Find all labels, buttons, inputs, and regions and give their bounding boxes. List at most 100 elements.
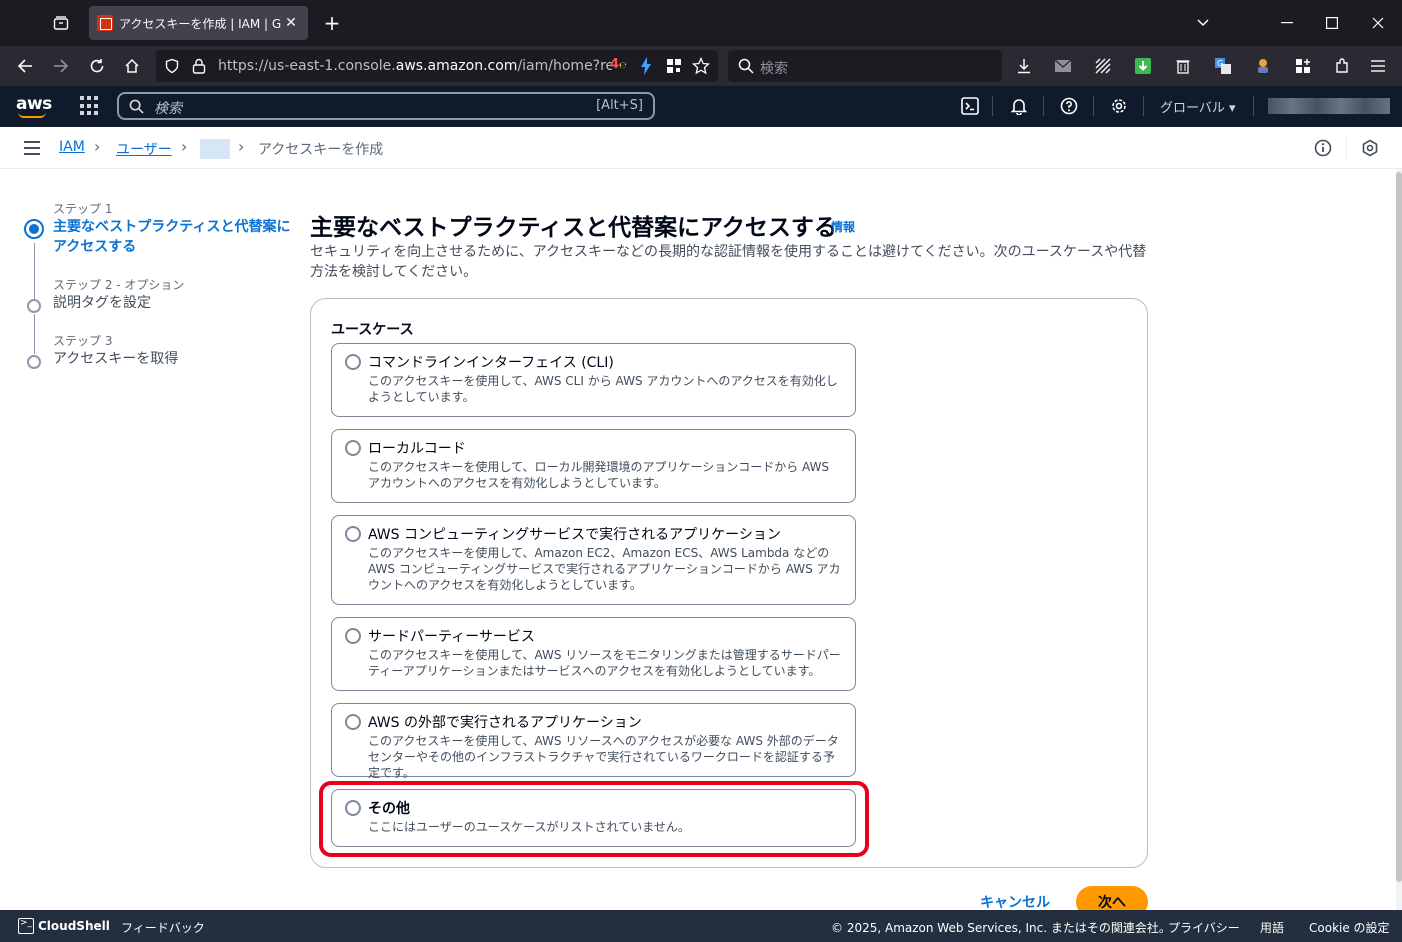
nav-divider [1043, 96, 1044, 116]
aws-logo[interactable]: aws [16, 94, 52, 114]
breadcrumb-current: アクセスキーを作成 [258, 142, 384, 158]
breadcrumb-iam[interactable]: IAM [59, 139, 85, 155]
page-title: 主要なベストプラクティスと代替案にアクセスする [310, 215, 837, 241]
cloudshell-icon[interactable] [18, 918, 34, 934]
breadcrumb-users[interactable]: ユーザー [116, 139, 172, 159]
footer-cloudshell[interactable]: CloudShell [38, 919, 110, 933]
next-button[interactable]: 次へ [1076, 886, 1148, 910]
new-tab-icon[interactable]: + [318, 8, 346, 38]
step-connector [34, 314, 35, 354]
browser-search-bar[interactable]: 検索 [728, 50, 1002, 82]
info-link[interactable]: 情報 [831, 218, 855, 235]
search-icon [738, 58, 754, 78]
aws-smile-icon [18, 112, 46, 118]
window-close-icon[interactable] [1358, 8, 1398, 38]
footer-copyright: © 2025, Amazon Web Services, Inc. またはその関… [831, 921, 1171, 935]
radio-button[interactable] [345, 354, 361, 370]
nav-divider [1093, 96, 1094, 116]
mail-icon[interactable] [1051, 54, 1075, 78]
shield-icon[interactable] [164, 58, 180, 78]
tab-title: アクセスキーを作成 | IAM | Global [119, 16, 282, 31]
back-icon[interactable] [10, 52, 40, 80]
forward-icon[interactable] [46, 52, 76, 80]
step-title: アクセスキーを取得 [53, 351, 179, 367]
help-icon[interactable] [1058, 95, 1080, 117]
reload-icon[interactable] [82, 52, 112, 80]
home-icon[interactable] [117, 52, 147, 80]
aws-search-shortcut: [Alt+S] [596, 98, 643, 113]
usecase-option-aws-compute[interactable]: AWS コンピューティングサービスで実行されるアプリケーション このアクセスキー… [331, 515, 856, 605]
side-nav-hamburger-icon[interactable] [24, 141, 40, 155]
tab-close-icon[interactable]: ✕ [282, 15, 300, 31]
option-description: このアクセスキーを使用して、Amazon EC2、Amazon ECS、AWS … [368, 546, 841, 592]
settings-gear-icon[interactable] [1108, 95, 1130, 117]
cancel-button[interactable]: キャンセル [980, 892, 1050, 910]
url-bar[interactable]: https://us-east-1.console.aws.amazon.com… [156, 50, 718, 82]
step-number: ステップ 3 [53, 334, 113, 348]
step-dot-icon [27, 355, 41, 369]
usecase-label: ユースケース [331, 322, 414, 338]
option-title: AWS コンピューティングサービスで実行されるアプリケーション [368, 527, 781, 543]
notifications-bell-icon[interactable] [1008, 95, 1030, 117]
breadcrumb-chevron-icon: › [181, 137, 188, 156]
option-description: このアクセスキーを使用して、ローカル開発環境のアプリケーションコードから AWS… [368, 460, 830, 490]
radio-button[interactable] [345, 526, 361, 542]
footer-cookie-settings[interactable]: Cookie の設定 [1309, 919, 1390, 936]
minimize-icon[interactable] [1267, 8, 1307, 38]
menu-icon[interactable] [1366, 54, 1390, 78]
maximize-icon[interactable] [1312, 8, 1352, 38]
step-active-dot-icon [24, 219, 44, 239]
pattern-extension-icon[interactable] [1091, 54, 1115, 78]
cloudshell-icon[interactable] [959, 95, 981, 117]
browser-tab-active[interactable]: アクセスキーを作成 | IAM | Global ✕ [89, 6, 308, 40]
option-description: このアクセスキーを使用して、AWS CLI から AWS アカウントへのアクセス… [368, 374, 838, 404]
usecase-option-cli[interactable]: コマンドラインインターフェイス (CLI) このアクセスキーを使用して、AWS … [331, 343, 856, 417]
account-menu-redacted[interactable] [1268, 98, 1390, 114]
radio-button[interactable] [345, 440, 361, 456]
region-selector[interactable]: グローバル ▾ [1160, 97, 1236, 116]
option-title: ローカルコード [368, 441, 466, 457]
qr-icon[interactable] [666, 58, 682, 78]
info-panel-icon[interactable] [1312, 137, 1334, 159]
red-highlight-annotation [319, 781, 869, 857]
green-download-extension-icon[interactable] [1131, 54, 1155, 78]
scrollbar-thumb[interactable] [1396, 172, 1402, 882]
svg-text:G: G [1217, 59, 1223, 68]
main-content: ステップ 1 主要なベストプラクティスと代替案にアクセスする ステップ 2 - … [0, 170, 1396, 910]
nav-divider [1253, 96, 1254, 116]
translate-extension-icon[interactable]: G [1211, 54, 1235, 78]
step-number: ステップ 1 [53, 202, 113, 216]
assistant-hexagon-icon[interactable] [1359, 137, 1381, 159]
download-icon[interactable] [1012, 54, 1036, 78]
step-number: ステップ 2 - オプション [53, 278, 185, 292]
tab-list-icon[interactable] [44, 8, 78, 38]
usecase-option-local-code[interactable]: ローカルコード このアクセスキーを使用して、ローカル開発環境のアプリケーションコ… [331, 429, 856, 503]
footer-terms[interactable]: 用語 [1260, 919, 1284, 936]
footer-privacy[interactable]: プライバシー [1168, 919, 1240, 936]
bolt-icon[interactable] [640, 57, 652, 79]
services-grid-icon[interactable] [80, 96, 100, 116]
extension-4-icon[interactable]: 4℮ [610, 57, 627, 72]
trash-extension-icon[interactable] [1171, 54, 1195, 78]
usecase-option-third-party[interactable]: サードパーティーサービス このアクセスキーを使用して、AWS リソースをモニタリ… [331, 617, 856, 691]
lock-icon[interactable] [192, 58, 206, 78]
breadcrumb-user-redacted[interactable] [200, 139, 230, 159]
tab-overflow-chevron-icon[interactable] [1183, 8, 1223, 38]
aws-search-placeholder: 検索 [154, 101, 182, 117]
footer-feedback[interactable]: フィードバック [121, 919, 205, 936]
extensions-grid-icon[interactable] [1291, 54, 1315, 78]
option-description: このアクセスキーを使用して、AWS リソースをモニタリングまたは管理するサードパ… [368, 648, 841, 678]
breadcrumb: IAM › ユーザー › › アクセスキーを作成 [0, 127, 1402, 169]
radio-button[interactable] [345, 628, 361, 644]
puzzle-extensions-icon[interactable] [1330, 54, 1354, 78]
character-extension-icon[interactable] [1251, 54, 1275, 78]
usecase-option-outside-aws[interactable]: AWS の外部で実行されるアプリケーション このアクセスキーを使用して、AWS … [331, 703, 856, 780]
step-connector [34, 243, 35, 299]
console-footer: CloudShell フィードバック © 2025, Amazon Web Se… [0, 910, 1402, 942]
nav-divider [992, 96, 993, 116]
bookmark-star-icon[interactable] [691, 56, 711, 79]
step-title[interactable]: 主要なベストプラクティスと代替案にアクセスする [53, 217, 293, 257]
radio-button[interactable] [345, 714, 361, 730]
browser-search-placeholder: 検索 [760, 61, 788, 77]
aws-search-input[interactable]: 検索 [Alt+S] [117, 92, 655, 120]
